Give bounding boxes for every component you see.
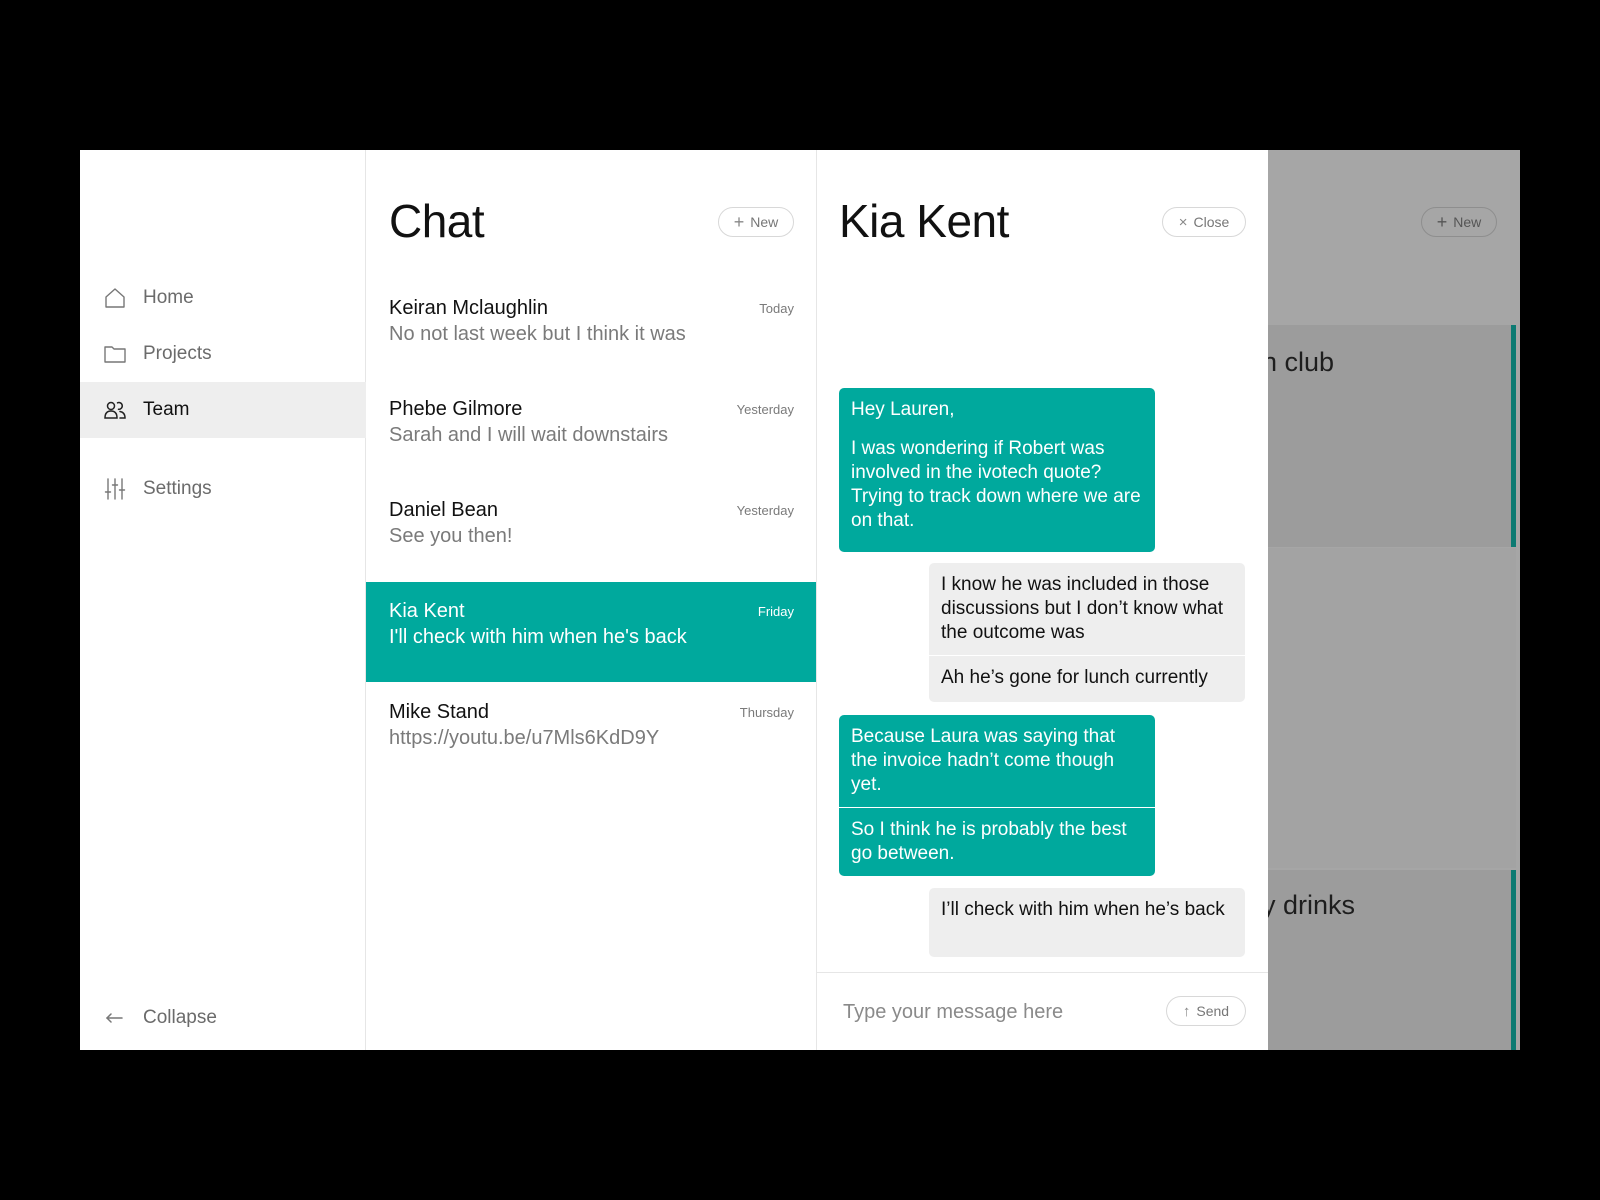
background-card-title: n club	[1268, 347, 1335, 377]
conversation-time: Yesterday	[736, 503, 794, 518]
new-chat-label: New	[750, 214, 779, 230]
conversation-time: Yesterday	[736, 402, 794, 417]
conversation-item[interactable]: Daniel Bean See you then! Yesterday	[366, 481, 816, 581]
sidebar-item-team[interactable]: Team	[80, 382, 366, 438]
message-bubble-sent: I was wondering if Robert was involved i…	[839, 435, 1155, 552]
conversation-title: Kia Kent	[839, 195, 1009, 247]
background-card: n club	[1268, 325, 1516, 547]
send-button[interactable]: ↑ Send	[1166, 996, 1246, 1026]
message-bubble-sent: Because Laura was saying that the invoic…	[839, 715, 1155, 807]
message-bubble-sent: So I think he is probably the best go be…	[839, 807, 1155, 876]
conversation-item[interactable]: Mike Stand https://youtu.be/u7Mls6KdD9Y …	[366, 683, 816, 783]
conversation-name: Daniel Bean	[389, 499, 498, 521]
message-bubble-sent: Hey Lauren,	[839, 388, 1155, 436]
conversation-preview: Sarah and I will wait downstairs	[389, 424, 669, 446]
arrow-up-icon: ↑	[1182, 1002, 1191, 1020]
folder-icon	[102, 341, 128, 367]
message-input[interactable]	[841, 991, 1145, 1033]
team-icon	[102, 397, 128, 423]
conversation-item[interactable]: Phebe Gilmore Sarah and I will wait down…	[366, 380, 816, 480]
conversation-preview: See you then!	[389, 525, 513, 547]
conversation-item-active[interactable]: Kia Kent I'll check with him when he's b…	[366, 582, 816, 682]
conversation-preview: https://youtu.be/u7Mls6KdD9Y	[389, 727, 660, 749]
close-button[interactable]: × Close	[1162, 207, 1246, 237]
conversation-time: Today	[759, 301, 794, 316]
card-accent	[1511, 325, 1516, 547]
sidebar-item-label: Projects	[143, 343, 212, 364]
plus-icon: +	[733, 212, 745, 232]
collapse-label: Collapse	[143, 1007, 217, 1028]
home-icon	[102, 285, 128, 311]
conversation-name: Mike Stand	[389, 701, 490, 723]
card-accent	[1511, 870, 1516, 1050]
chat-list-panel: Chat + New Keiran Mclaughlin No not last…	[366, 150, 817, 1050]
sidebar-item-label: Settings	[143, 478, 212, 499]
conversation-preview: No not last week but I think it was	[389, 323, 686, 345]
conversation-item[interactable]: Keiran Mclaughlin No not last week but I…	[366, 279, 816, 379]
conversation-preview: I'll check with him when he's back	[389, 626, 687, 648]
background-card	[1268, 548, 1516, 868]
message-bubble-received: I’ll check with him when he’s back	[929, 888, 1245, 957]
conversation-time: Friday	[757, 604, 794, 619]
background-new-label: New	[1453, 214, 1482, 230]
conversation-panel: Kia Kent × Close Hey Lauren, I was wonde…	[817, 150, 1268, 1050]
collapse-button[interactable]: Collapse	[80, 990, 366, 1046]
conversation-name: Kia Kent	[389, 600, 465, 622]
background-card-title: y drinks	[1268, 890, 1356, 920]
sidebar-item-projects[interactable]: Projects	[80, 326, 366, 382]
sidebar-item-label: Home	[143, 287, 194, 308]
sliders-icon	[102, 476, 128, 502]
background-new-button: + New	[1421, 207, 1497, 237]
message-bubble-received: I know he was included in those discussi…	[929, 563, 1245, 655]
close-icon: ×	[1178, 213, 1188, 231]
app-window: Home Projects Team Settings Collapse Cha…	[80, 150, 1520, 1050]
conversation-name: Phebe Gilmore	[389, 398, 523, 420]
sidebar: Home Projects Team Settings Collapse	[80, 150, 366, 1050]
background-panel: + New n club y drinks	[1268, 150, 1520, 1050]
sidebar-item-label: Team	[143, 399, 190, 420]
message-bubble-received: Ah he’s gone for lunch currently	[929, 656, 1245, 702]
background-card: y drinks	[1268, 870, 1516, 1050]
new-chat-button[interactable]: + New	[718, 207, 794, 237]
sidebar-item-home[interactable]: Home	[80, 270, 366, 326]
arrow-left-icon	[102, 1005, 128, 1031]
sidebar-item-settings[interactable]: Settings	[80, 461, 366, 517]
send-label: Send	[1196, 1003, 1230, 1019]
plus-icon: +	[1436, 212, 1448, 232]
conversation-time: Thursday	[739, 705, 794, 720]
close-label: Close	[1193, 214, 1230, 230]
message-composer: ↑ Send	[817, 972, 1268, 1050]
conversation-name: Keiran Mclaughlin	[389, 297, 548, 319]
chat-list-title: Chat	[389, 195, 485, 247]
